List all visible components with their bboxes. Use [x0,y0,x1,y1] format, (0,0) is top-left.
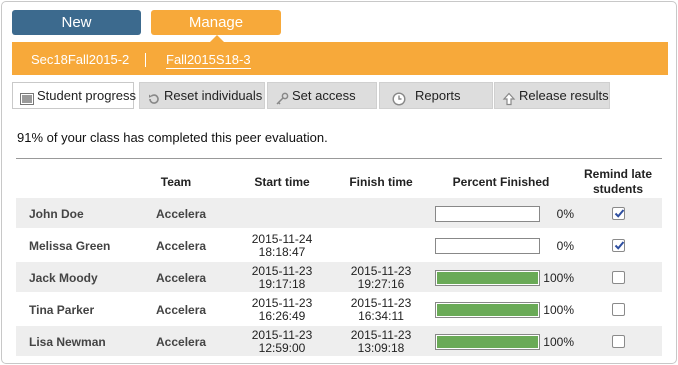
remind-checkbox[interactable] [612,335,625,348]
start-clock: 18:18:47 [258,245,306,259]
team-name: Accelera [156,271,207,285]
header-remind-late: Remind late students [583,167,652,196]
start-clock: 16:26:49 [258,309,306,323]
tab-label: Release results [519,88,609,103]
team-name: Accelera [156,303,207,317]
start-time: 2015-11-23 16:26:49 [237,297,327,323]
start-clock: 19:17:18 [258,277,306,291]
progress-bar [435,334,540,350]
tab-label: Student progress [37,88,137,103]
header-percent-finished: Percent Finished [452,175,550,189]
percent-label: 100% [543,303,574,317]
tab-reports[interactable]: Reports [379,82,493,109]
finish-clock: 13:09:18 [357,341,405,355]
progress-bar [435,238,540,254]
check-icon [614,209,625,218]
start-time: 2015-11-24 18:18:47 [237,233,327,259]
table-row: Lisa Newman Accelera 2015-11-23 12:59:00 201… [16,326,662,356]
finish-time: 2015-11-23 16:34:11 [336,297,426,323]
progress-icon [20,89,34,105]
tab-set-access[interactable]: Set access [267,82,377,109]
finish-clock: 16:34:11 [358,309,404,323]
table-row: Jack Moody Accelera 2015-11-23 19:17:18 2015… [16,262,662,292]
table-row: Melissa Green Accelera 2015-11-24 18:18:47 0… [16,230,662,260]
header-finish-time: Finish time [349,175,413,189]
progress-fill [437,272,538,284]
progress-fill [437,336,538,348]
percent-label: 0% [556,207,574,221]
upload-arrow-icon [502,89,516,106]
tab-student-progress[interactable]: Student progress [12,82,137,109]
remind-checkbox[interactable] [612,303,625,316]
start-time: 2015-11-23 19:17:18 [237,265,327,291]
finish-time: 2015-11-23 13:09:18 [336,329,426,355]
course-bar: Sec18Fall2015-2 Fall2015S18-3 [12,42,668,75]
manage-button[interactable]: Manage [151,10,281,35]
progress-fill [437,304,538,316]
reset-icon [147,89,161,104]
completion-summary: 91% of your class has completed this pee… [17,130,328,145]
student-name: Lisa Newman [29,335,106,349]
course-tab-1[interactable]: Sec18Fall2015-2 [31,42,129,75]
table-top-rule [16,158,662,159]
start-clock: 12:59:00 [258,341,306,355]
remind-checkbox[interactable] [612,239,625,252]
tab-reset-individuals[interactable]: Reset individuals [139,82,265,109]
key-icon [275,89,289,105]
start-time: 2015-11-23 12:59:00 [237,329,327,355]
progress-bar [435,302,540,318]
student-name: Melissa Green [29,239,111,253]
student-name: Jack Moody [29,271,98,285]
header-team: Team [160,175,192,189]
table-row: John Doe Accelera 0% [16,198,662,228]
finish-clock: 19:27:16 [357,277,405,291]
tab-release-results[interactable]: Release results [494,82,610,109]
new-button[interactable]: New [12,10,141,35]
progress-bar [435,270,540,286]
table-row: Tina Parker Accelera 2015-11-23 16:26:49 201… [16,294,662,324]
manage-caret-icon [210,35,224,42]
percent-label: 100% [543,271,574,285]
team-name: Accelera [156,207,207,221]
percent-label: 0% [556,239,574,253]
student-name: Tina Parker [29,303,95,317]
check-icon [614,241,625,250]
remind-checkbox[interactable] [612,207,625,220]
tab-label: Set access [292,88,356,103]
remind-checkbox[interactable] [612,271,625,284]
course-separator [145,53,146,67]
tab-label: Reports [415,88,461,103]
course-tab-2[interactable]: Fall2015S18-3 [166,42,251,75]
team-name: Accelera [156,239,207,253]
clock-icon [392,89,406,106]
team-name: Accelera [156,335,207,349]
student-name: John Doe [29,207,84,221]
tab-label: Reset individuals [164,88,263,103]
progress-bar [435,206,540,222]
header-start-time: Start time [254,175,310,189]
finish-time: 2015-11-23 19:27:16 [336,265,426,291]
percent-label: 100% [543,335,574,349]
